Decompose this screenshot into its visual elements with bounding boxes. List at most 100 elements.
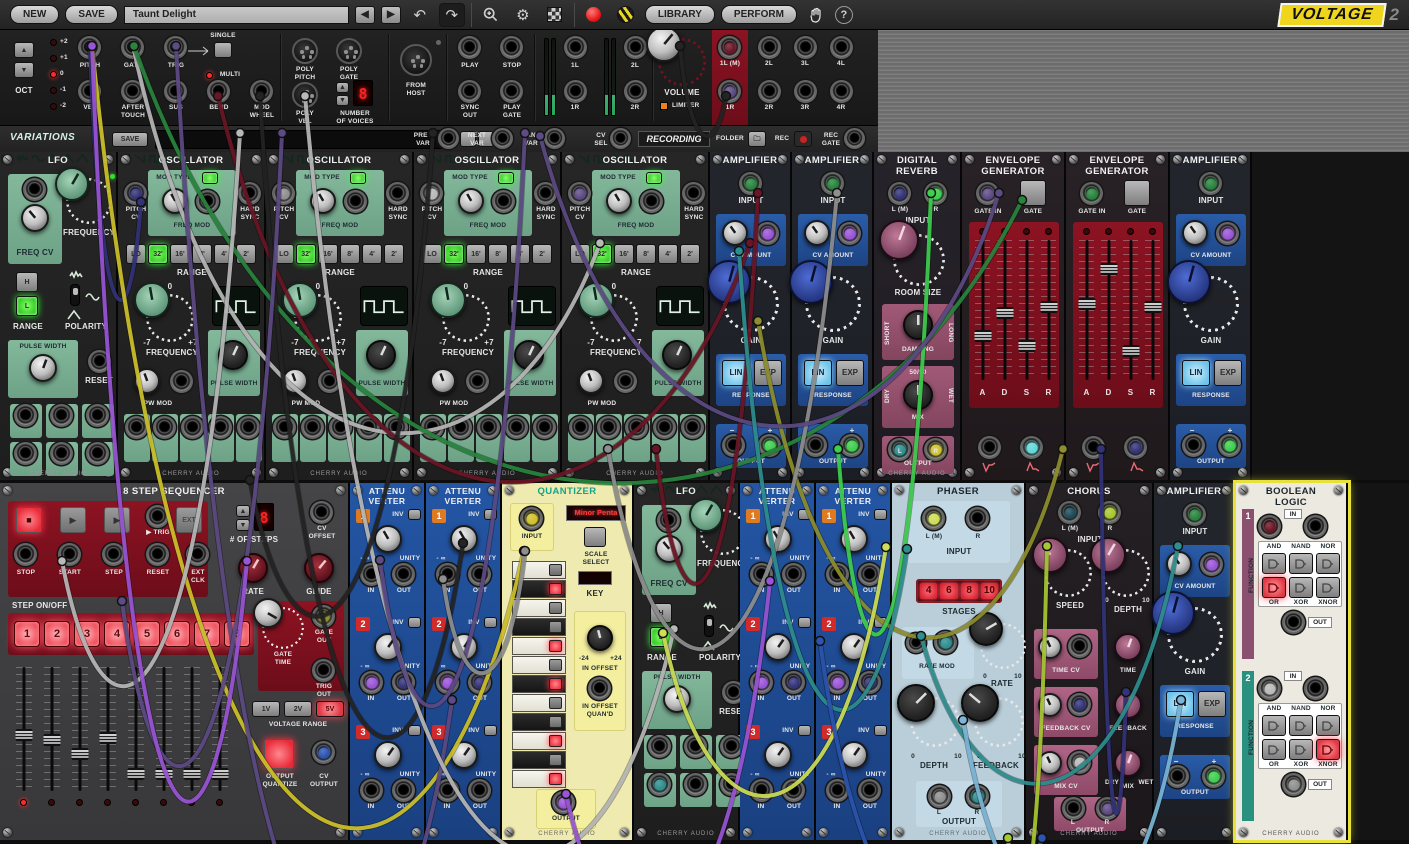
freq-mod-jack[interactable]	[494, 192, 513, 211]
step-slider-4[interactable]	[100, 667, 116, 791]
inv-button[interactable]	[874, 617, 887, 628]
pw-mod-knob[interactable]	[430, 368, 456, 394]
gate-NAND-button[interactable]	[1289, 553, 1313, 574]
chorus-out-r-jack[interactable]	[1098, 799, 1117, 818]
gate-button[interactable]	[1020, 180, 1046, 206]
sustain-slider[interactable]	[1019, 240, 1034, 380]
inv-button[interactable]	[484, 617, 497, 628]
att-in-jack[interactable]	[828, 565, 847, 584]
cv-amount-jack[interactable]	[758, 224, 777, 243]
start-button[interactable]: ▶	[60, 507, 86, 533]
cv-amount-jack[interactable]	[1218, 224, 1237, 243]
play-gate-jack[interactable]	[502, 82, 521, 101]
bool-in-b-jack[interactable]	[1306, 679, 1325, 698]
osc-out-sine-jack[interactable]	[387, 418, 406, 437]
aftertouch-jack[interactable]	[123, 82, 142, 101]
pw-mod-jack[interactable]	[616, 372, 635, 391]
cv-amount-knob[interactable]	[804, 220, 830, 246]
m3l-jack[interactable]	[796, 38, 815, 57]
range-LO-button[interactable]: LO	[126, 244, 146, 264]
patch-name-field[interactable]: Taunt Delight	[124, 6, 349, 24]
poly-vel-din-socket[interactable]	[292, 82, 318, 108]
poly-gate-din-socket[interactable]	[336, 38, 362, 64]
osc-out-pulse-jack[interactable]	[331, 418, 350, 437]
mod_wheel-jack[interactable]	[252, 82, 271, 101]
gate-XOR-button[interactable]	[1289, 577, 1313, 598]
stop-button[interactable]: ■	[16, 507, 42, 533]
gate-NOR-button[interactable]	[1316, 553, 1340, 574]
atten-knob[interactable]	[764, 741, 792, 769]
output-plus-jack[interactable]	[1220, 436, 1239, 455]
damping-knob[interactable]	[903, 310, 933, 340]
m4l-jack[interactable]	[832, 38, 851, 57]
output-minus-jack[interactable]	[1168, 767, 1187, 786]
att-out-jack[interactable]	[394, 673, 413, 692]
range-h-button[interactable]: H	[16, 272, 38, 292]
voices-up-button[interactable]: ▲	[336, 82, 349, 93]
gain-knob[interactable]	[789, 260, 833, 304]
variation-save-button[interactable]: SAVE	[112, 132, 148, 147]
range-LO-button[interactable]: LO	[570, 244, 590, 264]
env-out-inv-jack[interactable]	[980, 438, 999, 457]
bool-in-b-jack[interactable]	[1306, 517, 1325, 536]
trig-jack[interactable]	[166, 38, 185, 57]
range-8'-button[interactable]: 8'	[488, 244, 508, 264]
response-lin-button[interactable]: LIN	[1166, 691, 1194, 717]
range-32'-button[interactable]: 32'	[148, 244, 168, 264]
pulse-width-knob[interactable]	[514, 340, 544, 370]
input-jack[interactable]	[741, 174, 760, 193]
zoom-icon[interactable]	[478, 3, 504, 27]
trig-jack[interactable]	[148, 507, 167, 526]
osc-out-tri-jack[interactable]	[211, 418, 230, 437]
mod-type-button[interactable]	[350, 172, 366, 184]
m2l-jack[interactable]	[760, 38, 779, 57]
stage-6-button[interactable]: 6	[940, 583, 957, 599]
env-out-jack[interactable]	[1126, 438, 1145, 457]
range-2V-button[interactable]: 2V	[284, 701, 312, 717]
lfo-out-rand-jack[interactable]	[52, 406, 71, 425]
atten-knob[interactable]	[450, 633, 478, 661]
quant-key-button[interactable]	[549, 621, 562, 633]
cv-output-jack[interactable]	[314, 743, 333, 762]
release-slider[interactable]	[1041, 240, 1056, 380]
range-32'-button[interactable]: 32'	[296, 244, 316, 264]
range-l-button[interactable]: L	[16, 296, 38, 316]
hard-sync-jack[interactable]	[536, 184, 555, 203]
quant-key-button[interactable]	[549, 697, 562, 709]
response-exp-button[interactable]: EXP	[836, 360, 864, 386]
att-out-jack[interactable]	[394, 781, 413, 800]
freq-mod-knob[interactable]	[310, 188, 336, 214]
response-exp-button[interactable]: EXP	[1214, 360, 1242, 386]
bool-in-a-jack[interactable]	[1260, 517, 1279, 536]
octave-down-button[interactable]: ▼	[14, 62, 34, 78]
hard-sync-jack[interactable]	[684, 184, 703, 203]
stage-10-button[interactable]: 10	[981, 583, 998, 599]
att-out-jack[interactable]	[394, 565, 413, 584]
range-h-button[interactable]: H	[650, 603, 672, 623]
gate-out-jack[interactable]	[314, 607, 333, 626]
osc-out-saw-jack[interactable]	[423, 418, 442, 437]
quant-key-button[interactable]	[549, 773, 562, 785]
input-r-jack[interactable]	[926, 184, 945, 203]
range-2'-button[interactable]: 2'	[236, 244, 256, 264]
trig-out-jack[interactable]	[314, 661, 333, 680]
quant-key-button[interactable]	[549, 640, 562, 652]
new-button[interactable]: NEW	[10, 5, 59, 24]
atten-knob[interactable]	[450, 525, 478, 553]
pw-mod-jack[interactable]	[320, 372, 339, 391]
att-in-jack[interactable]	[828, 673, 847, 692]
mod-type-button[interactable]	[498, 172, 514, 184]
inv-button[interactable]	[484, 509, 497, 520]
gain-knob[interactable]	[1167, 260, 1211, 304]
settings-gear-icon[interactable]: ⚙	[510, 3, 536, 27]
feedback_cv-knob[interactable]	[1038, 693, 1062, 717]
osc-out-ramp-jack[interactable]	[155, 418, 174, 437]
step-8-button[interactable]: 8	[224, 621, 250, 647]
phaser-out-r-jack[interactable]	[968, 787, 987, 806]
osc-out-saw-jack[interactable]	[275, 418, 294, 437]
gate-OR-button[interactable]	[1262, 739, 1286, 760]
seq-stop-jack[interactable]	[16, 545, 35, 564]
seq-start-jack[interactable]	[60, 545, 79, 564]
bool-out-jack[interactable]	[1284, 613, 1303, 632]
atten-knob[interactable]	[840, 633, 868, 661]
